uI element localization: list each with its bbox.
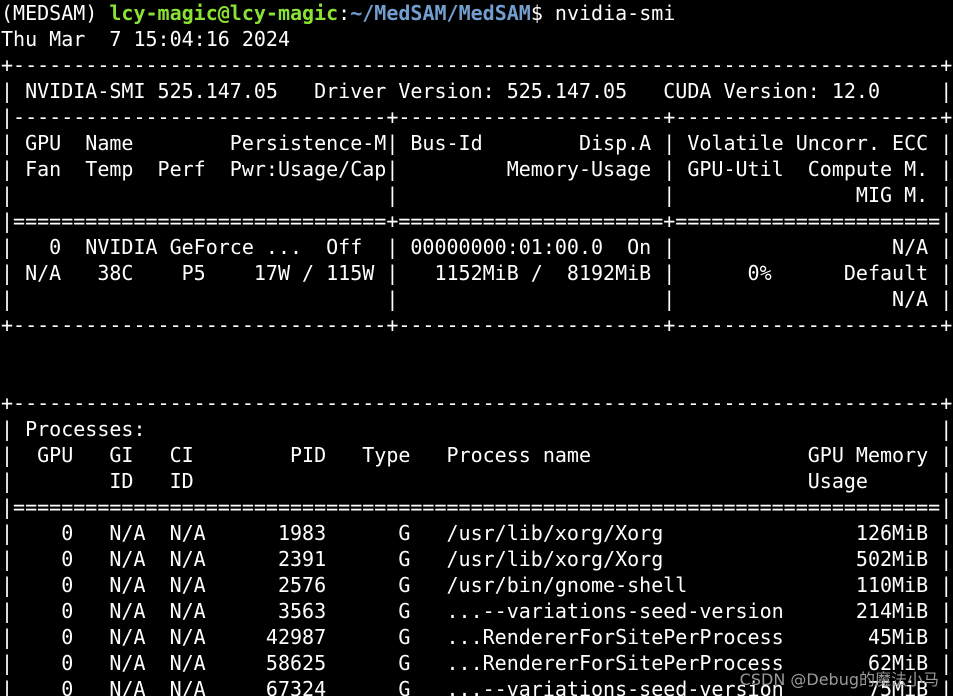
conda-env: (MEDSAM) bbox=[1, 1, 98, 25]
output-line: +---------------------------------------… bbox=[1, 391, 953, 415]
timestamp-line: Thu Mar 7 15:04:16 2024 bbox=[1, 27, 290, 51]
output-line: | 0 N/A N/A 1983 G /usr/lib/xorg/Xorg 12… bbox=[1, 521, 953, 545]
output-line: | | | MIG M. | bbox=[1, 183, 953, 207]
output-line: +---------------------------------------… bbox=[1, 53, 953, 77]
output-line: | 0 NVIDIA GeForce ... Off | 00000000:01… bbox=[1, 235, 953, 259]
command-text: nvidia-smi bbox=[554, 1, 676, 25]
output-line: |=======================================… bbox=[1, 495, 953, 519]
nvidia-smi-output: +---------------------------------------… bbox=[1, 52, 953, 696]
output-line: |===============================+=======… bbox=[1, 209, 953, 233]
working-directory: ~/MedSAM/MedSAM bbox=[350, 1, 531, 25]
output-line: | | | N/A | bbox=[1, 287, 953, 311]
prompt-symbol: $ bbox=[530, 1, 543, 25]
output-line: | 0 N/A N/A 2576 G /usr/bin/gnome-shell … bbox=[1, 573, 953, 597]
output-line: | GPU GI CI PID Type Process name GPU Me… bbox=[1, 443, 953, 467]
prompt-separator: : bbox=[338, 1, 351, 25]
output-line: | GPU Name Persistence-M| Bus-Id Disp.A … bbox=[1, 131, 953, 155]
terminal-window[interactable]: (MEDSAM) lcy-magic@lcy-magic:~/MedSAM/Me… bbox=[1, 0, 953, 696]
output-line: | 0 N/A N/A 3563 G ...--variations-seed-… bbox=[1, 599, 953, 623]
output-line: | 0 N/A N/A 42987 G ...RendererForSitePe… bbox=[1, 625, 953, 649]
output-line: | Fan Temp Perf Pwr:Usage/Cap| Memory-Us… bbox=[1, 157, 953, 181]
output-line: |-------------------------------+-------… bbox=[1, 105, 953, 129]
output-line: | 0 N/A N/A 2391 G /usr/lib/xorg/Xorg 50… bbox=[1, 547, 953, 571]
user-host: lcy-magic@lcy-magic bbox=[109, 1, 339, 25]
output-line: +-------------------------------+-------… bbox=[1, 313, 953, 337]
output-line: | Processes: | bbox=[1, 417, 953, 441]
csdn-watermark: CSDN @Debug的魔法小马 bbox=[739, 670, 939, 689]
output-line: | ID ID Usage | bbox=[1, 469, 953, 493]
output-line: | NVIDIA-SMI 525.147.05 Driver Version: … bbox=[1, 79, 953, 103]
prompt-line: (MEDSAM) lcy-magic@lcy-magic:~/MedSAM/Me… bbox=[1, 0, 953, 26]
output-line: | N/A 38C P5 17W / 115W | 1152MiB / 8192… bbox=[1, 261, 953, 285]
